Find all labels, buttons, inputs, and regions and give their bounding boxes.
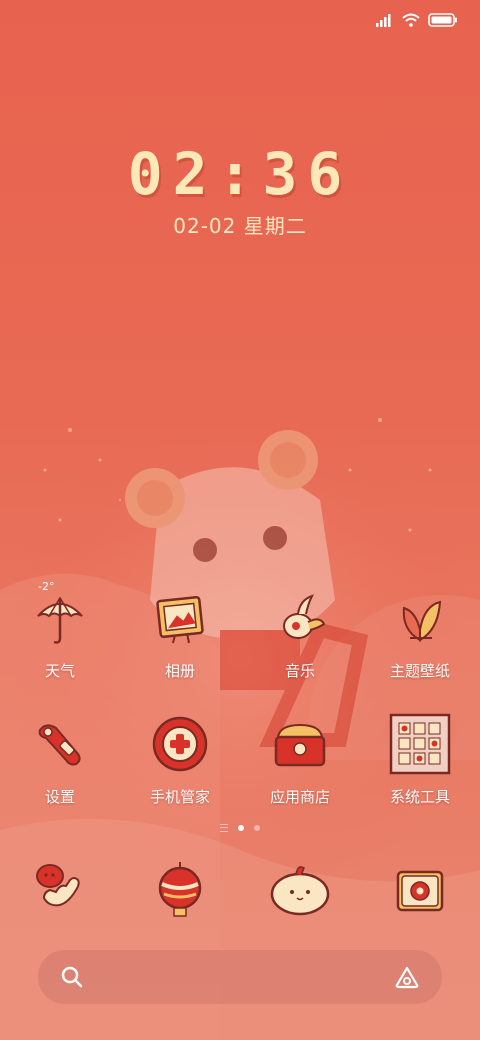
search-icon[interactable] [60,965,84,989]
sheep-illustration [125,430,369,747]
page-indicator[interactable] [0,824,480,832]
app-themes[interactable]: 主题壁纸 [360,586,480,681]
wrench-icon [28,712,92,776]
search-bar[interactable] [38,950,442,1004]
app-label: 主题壁纸 [389,662,450,680]
app-label: 相册 [164,662,195,680]
red-envelope-icon [268,712,332,776]
app-settings[interactable]: 设置 [0,712,120,807]
photo-frame-icon [148,586,212,650]
app-label: 设置 [44,788,75,806]
page-dot[interactable] [254,825,260,831]
dock-messages[interactable] [240,858,360,922]
app-system-tools[interactable]: 系统工具 [360,712,480,807]
app-label: 音乐 [284,662,315,680]
dock-browser[interactable] [120,858,240,922]
umbrella-icon [28,586,92,650]
page-dot-active[interactable] [238,825,244,831]
app-gallery[interactable]: 相册 [120,586,240,681]
app-phone-manager[interactable]: 手机管家 [120,712,240,807]
dock [0,858,480,922]
leaf-icon [388,586,452,650]
plus-shield-icon [148,712,212,776]
app-label: 系统工具 [389,788,450,806]
camera-icon [388,858,452,922]
lockscreen-clock[interactable]: 02:36 [0,140,480,208]
dock-phone[interactable] [0,858,120,922]
app-grid-row-2: 设置 手机管家 应用商店 系统工具 [0,712,480,807]
status-bar [376,8,458,32]
message-bird-icon [268,858,332,922]
lockscreen-date[interactable]: 02-02 星期二 [0,210,480,239]
dock-camera[interactable] [360,858,480,922]
tools-grid-icon [388,712,452,776]
app-store[interactable]: 应用商店 [240,712,360,807]
app-label: 应用商店 [269,788,330,806]
app-label: 手机管家 [149,788,210,806]
page-indicator-minus-one[interactable] [220,824,228,832]
wifi-icon [402,13,420,27]
assistant-icon[interactable] [394,965,420,989]
music-bird-icon [268,586,332,650]
weather-temperature: -2° [38,580,55,593]
browser-lantern-icon [148,858,212,922]
signal-icon [376,14,391,27]
app-label: 天气 [44,662,75,680]
app-music[interactable]: 音乐 [240,586,360,681]
app-grid-row-1: -2° 天气 相册 音乐 主题壁纸 [0,580,480,681]
app-weather[interactable]: -2° 天气 [0,580,120,681]
phone-icon [28,858,92,922]
battery-icon [428,13,457,27]
